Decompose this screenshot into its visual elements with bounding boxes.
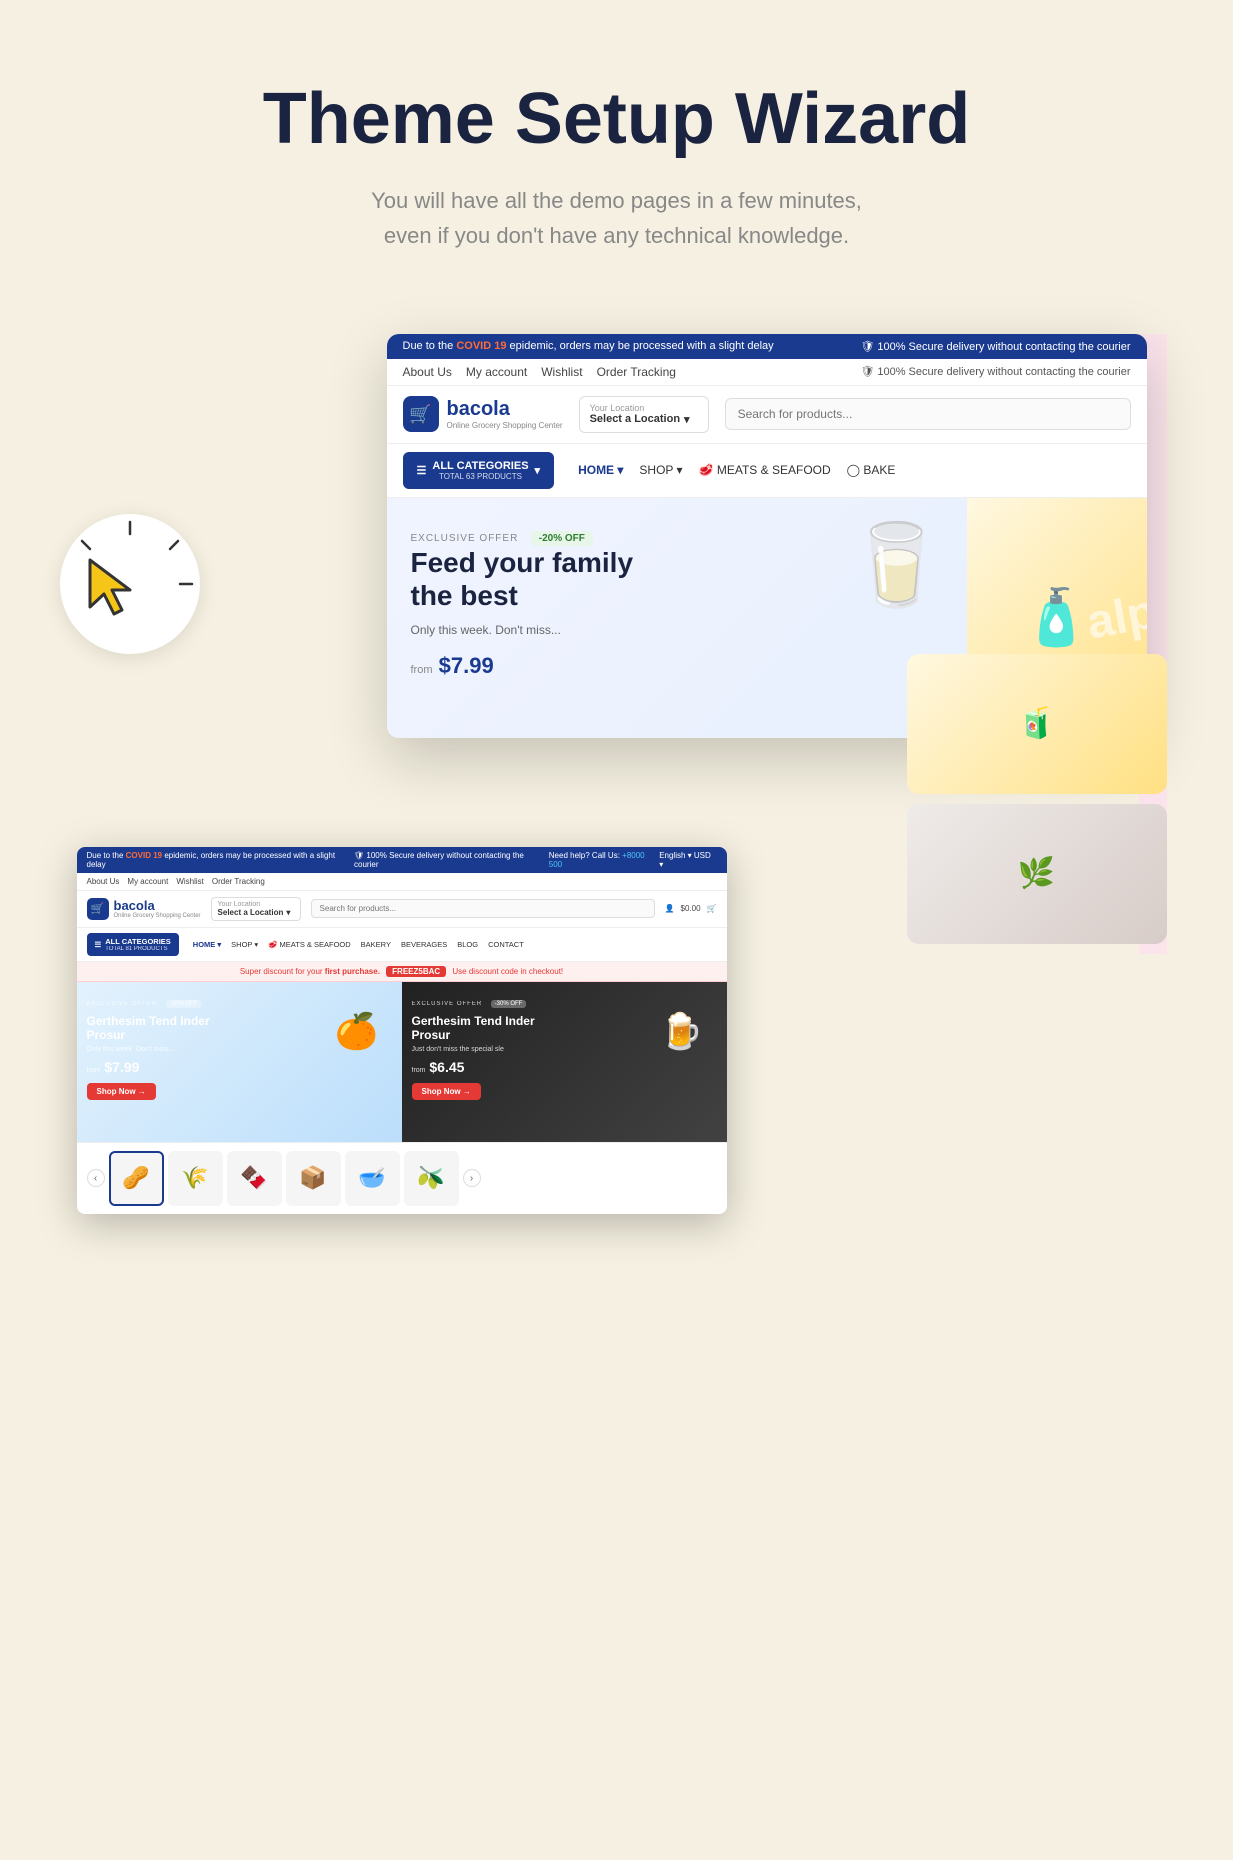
banner-price: from $7.99 bbox=[411, 653, 943, 679]
banner-left: EXCLUSIVE OFFER -20% OFF Feed your famil… bbox=[387, 498, 967, 738]
sm-menu-meats[interactable]: 🥩 MEATS & SEAFOOD bbox=[268, 940, 351, 949]
announce-text-large: Due to the COVID 19 epidemic, orders may… bbox=[403, 340, 774, 352]
logo-text-small: bacola bbox=[114, 898, 201, 913]
nav-tracking[interactable]: Order Tracking bbox=[597, 365, 676, 379]
nav-bar-large: About Us My account Wishlist Order Track… bbox=[387, 359, 1147, 386]
hero-section: Theme Setup Wizard You will have all the… bbox=[0, 0, 1233, 314]
right-side-images: 🧃 🌿 bbox=[907, 654, 1167, 944]
store-header-small: 🛒 bacola Online Grocery Shopping Center … bbox=[77, 891, 727, 928]
cart-area-small: 👤 $0.00 🛒 bbox=[665, 904, 717, 913]
cat-bar-large: ☰ ALL CATEGORIES TOTAL 63 PRODUCTS ▾ HOM… bbox=[387, 444, 1147, 498]
store-header-large: 🛒 bacola Online Grocery Shopping Center … bbox=[387, 386, 1147, 444]
cat-bar-small: ☰ ALL CATEGORIES TOTAL 81 PRODUCTS HOME … bbox=[77, 928, 727, 962]
product-grid-small: EXCLUSIVE OFFER -20% OFF Gerthesim Tend … bbox=[77, 982, 727, 1142]
secure-text-large: 🛡 100% Secure delivery without contactin… bbox=[860, 340, 1130, 353]
thumb-4[interactable]: 📦 bbox=[286, 1151, 341, 1206]
thumb-1[interactable]: 🥜 bbox=[109, 1151, 164, 1206]
cursor-arrow-svg bbox=[82, 552, 152, 622]
all-categories-btn-large[interactable]: ☰ ALL CATEGORIES TOTAL 63 PRODUCTS ▾ bbox=[403, 452, 555, 489]
logo-icon-large: 🛒 bbox=[403, 396, 439, 432]
nav-home[interactable]: HOME ▾ bbox=[578, 463, 623, 477]
thumb-next-btn[interactable]: › bbox=[463, 1169, 481, 1187]
product-card-1: EXCLUSIVE OFFER -20% OFF Gerthesim Tend … bbox=[77, 982, 402, 1142]
logo-sub-large: Online Grocery Shopping Center bbox=[447, 421, 563, 430]
product-bottle: 🧴 bbox=[1022, 585, 1090, 650]
banner-title: Feed your family the best bbox=[411, 546, 691, 613]
sm-menu-beverages[interactable]: BEVERAGES bbox=[401, 940, 447, 949]
nav-links-large: About Us My account Wishlist Order Track… bbox=[403, 365, 676, 379]
product-card-2: EXCLUSIVE OFFER -30% OFF Gerthesim Tend … bbox=[402, 982, 727, 1142]
nav-wishlist[interactable]: Wishlist bbox=[541, 365, 582, 379]
sm-nav-about[interactable]: About Us bbox=[87, 877, 120, 886]
shop-now-btn-1[interactable]: Shop Now → bbox=[87, 1083, 156, 1100]
logo-small: 🛒 bacola Online Grocery Shopping Center bbox=[87, 898, 201, 920]
thumb-prev-btn[interactable]: ‹ bbox=[87, 1169, 105, 1187]
thumb-2[interactable]: 🌾 bbox=[168, 1151, 223, 1206]
nav-menu-small: HOME ▾ SHOP ▾ 🥩 MEATS & SEAFOOD BAKERY B… bbox=[193, 940, 524, 949]
sm-menu-contact[interactable]: CONTACT bbox=[488, 940, 524, 949]
nav-menu-large: HOME ▾ SHOP ▾ 🥩 MEATS & SEAFOOD ◯ BAKE bbox=[578, 463, 895, 477]
sm-menu-blog[interactable]: BLOG bbox=[457, 940, 478, 949]
logo-sub-small: Online Grocery Shopping Center bbox=[114, 913, 201, 919]
location-selector-small[interactable]: Your Location Select a Location ▾ bbox=[211, 897, 301, 921]
all-categories-btn-small[interactable]: ☰ ALL CATEGORIES TOTAL 81 PRODUCTS bbox=[87, 933, 179, 956]
location-value-large: Select a Location ▾ bbox=[590, 413, 698, 426]
logo-icon-small: 🛒 bbox=[87, 898, 109, 920]
nav-links-small: About Us My account Wishlist Order Track… bbox=[87, 877, 265, 886]
product-thumbnails: ‹ 🥜 🌾 🍫 📦 🥣 🫒 › bbox=[77, 1142, 727, 1214]
product-image-1: 🍊 bbox=[317, 992, 397, 1072]
side-image-2: 🌿 bbox=[907, 804, 1167, 944]
thumb-3[interactable]: 🍫 bbox=[227, 1151, 282, 1206]
sm-menu-home[interactable]: HOME ▾ bbox=[193, 940, 221, 949]
nav-shop[interactable]: SHOP ▾ bbox=[639, 463, 682, 477]
location-selector-large[interactable]: Your Location Select a Location ▾ bbox=[579, 396, 709, 433]
thumb-5[interactable]: 🥣 bbox=[345, 1151, 400, 1206]
sm-nav-wishlist[interactable]: Wishlist bbox=[176, 877, 204, 886]
sm-nav-tracking[interactable]: Order Tracking bbox=[212, 877, 265, 886]
click-indicator bbox=[60, 514, 200, 654]
sm-menu-shop[interactable]: SHOP ▾ bbox=[231, 940, 258, 949]
brand-text: alp bbox=[1083, 584, 1147, 650]
nav-bar-small: About Us My account Wishlist Order Track… bbox=[77, 873, 727, 891]
side-image-1: 🧃 bbox=[907, 654, 1167, 794]
hero-subtitle: You will have all the demo pages in a fe… bbox=[317, 183, 917, 253]
sm-menu-bakery[interactable]: BAKERY bbox=[361, 940, 391, 949]
nav-secure-large: 🛡 100% Secure delivery without contactin… bbox=[860, 365, 1130, 378]
announce-bar-large: Due to the COVID 19 epidemic, orders may… bbox=[387, 334, 1147, 359]
banner-subtitle: Only this week. Don't miss... bbox=[411, 623, 943, 637]
sm-nav-account[interactable]: My account bbox=[127, 877, 168, 886]
banner-content: EXCLUSIVE OFFER -20% OFF Feed your famil… bbox=[411, 528, 943, 679]
product-image-2: 🍺 bbox=[642, 992, 722, 1072]
logo-area-large: 🛒 bacola Online Grocery Shopping Center bbox=[403, 396, 563, 432]
account-icon-small[interactable]: 👤 bbox=[665, 904, 675, 913]
promo-bar-small: Super discount for your first purchase. … bbox=[77, 962, 727, 982]
nav-account[interactable]: My account bbox=[466, 365, 527, 379]
small-browser: Due to the COVID 19 epidemic, orders may… bbox=[77, 847, 727, 1214]
search-input-small[interactable] bbox=[311, 899, 655, 918]
shop-now-btn-2[interactable]: Shop Now → bbox=[412, 1083, 481, 1100]
thumb-6[interactable]: 🫒 bbox=[404, 1151, 459, 1206]
nav-about[interactable]: About Us bbox=[403, 365, 452, 379]
page-title: Theme Setup Wizard bbox=[40, 80, 1193, 159]
logo-text-large: bacola bbox=[447, 398, 563, 421]
demo-container: Due to the COVID 19 epidemic, orders may… bbox=[0, 314, 1233, 1294]
announce-bar-small: Due to the COVID 19 epidemic, orders may… bbox=[77, 847, 727, 873]
nav-bake[interactable]: ◯ BAKE bbox=[847, 463, 896, 477]
nav-meats[interactable]: 🥩 MEATS & SEAFOOD bbox=[699, 463, 831, 477]
demos-wrapper: Due to the COVID 19 epidemic, orders may… bbox=[67, 334, 1167, 1234]
search-input-large[interactable] bbox=[725, 398, 1131, 430]
cart-icon-small[interactable]: 🛒 bbox=[707, 904, 717, 913]
